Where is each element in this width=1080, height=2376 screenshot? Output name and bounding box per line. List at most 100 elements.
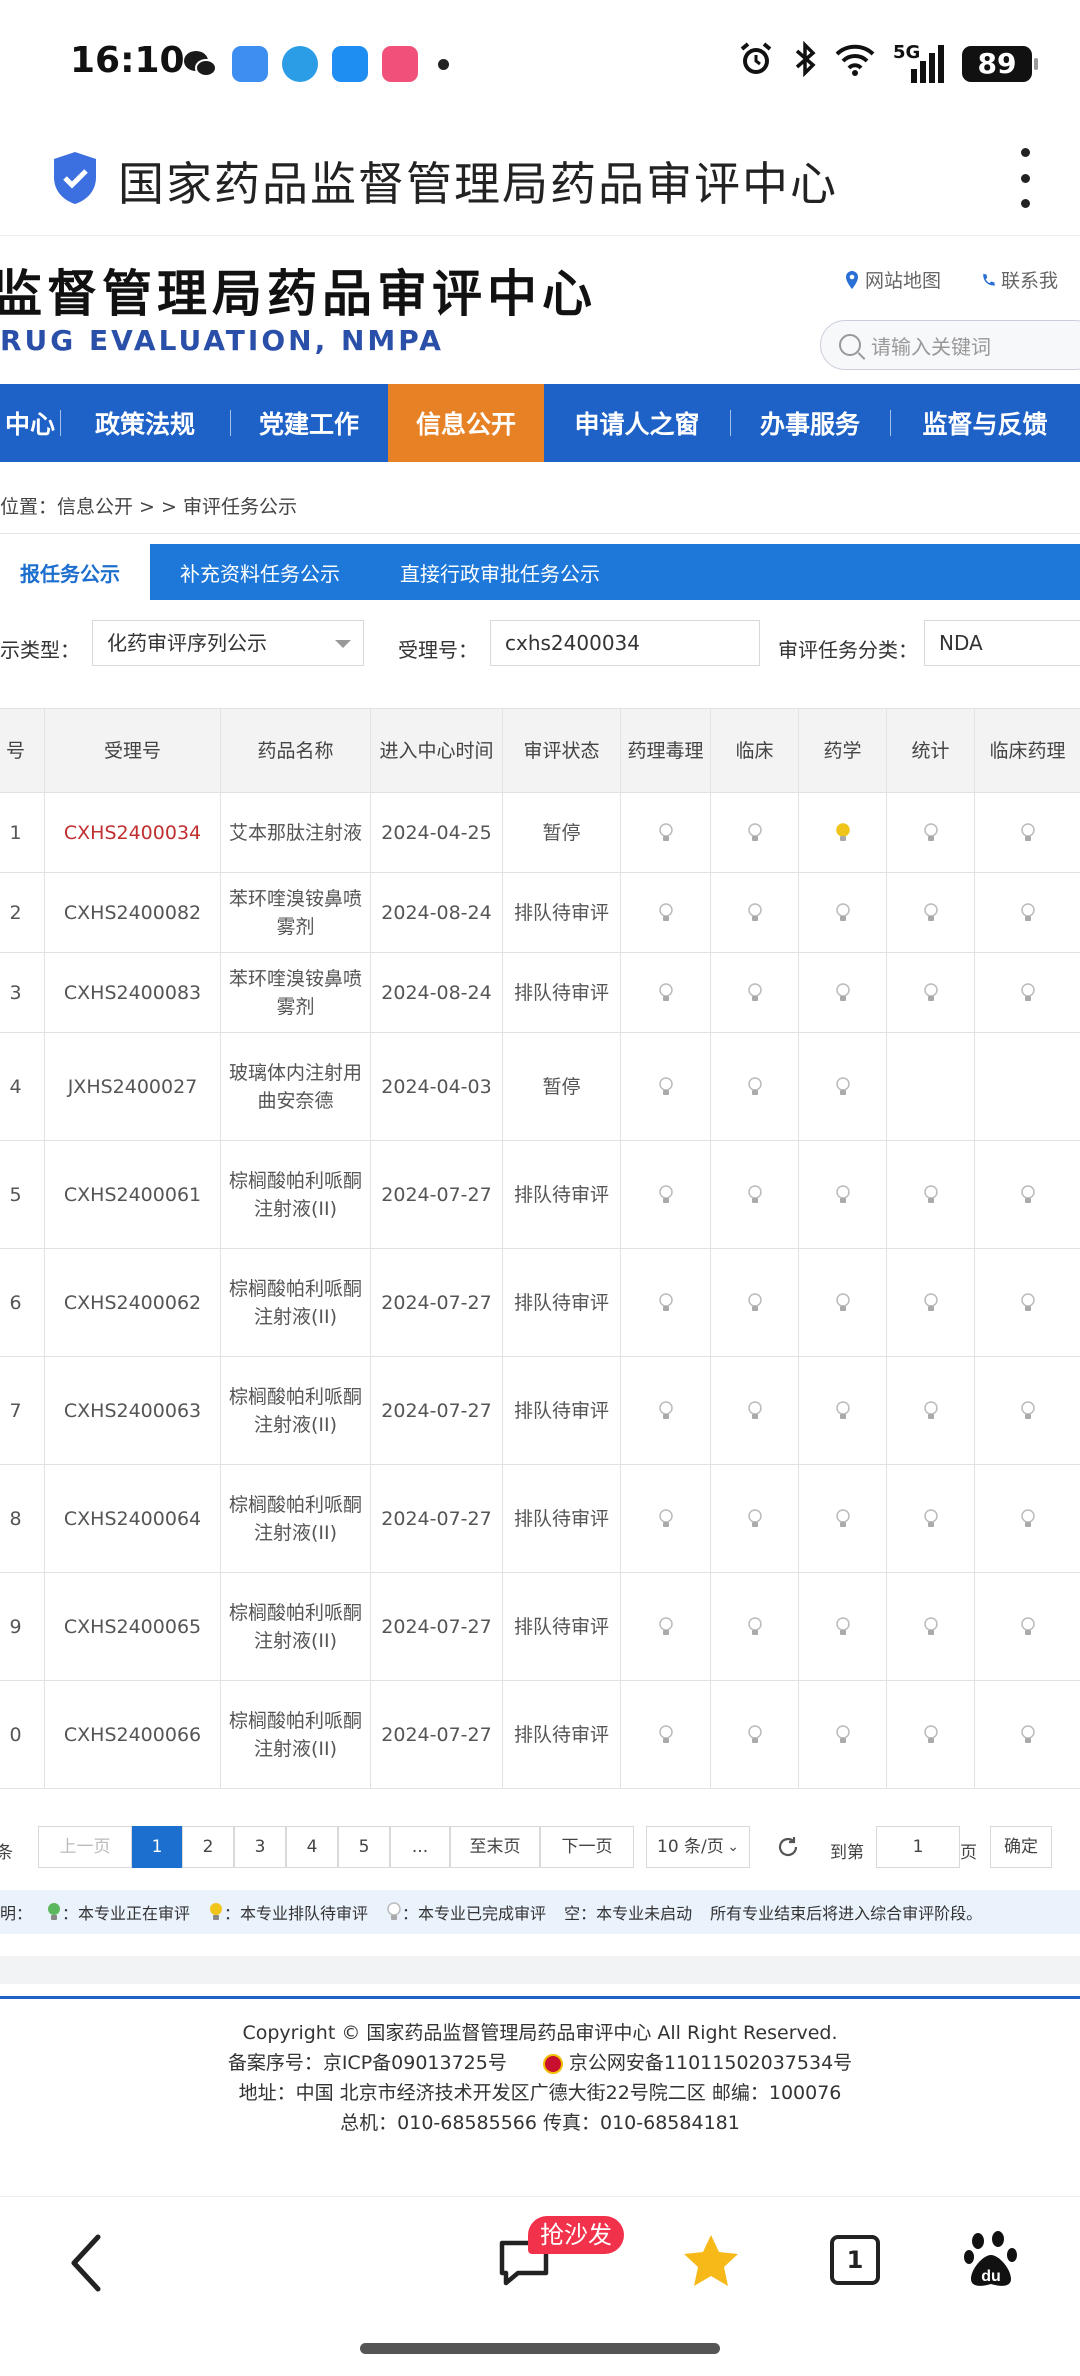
page-button-3[interactable]: 3 [234, 1826, 286, 1868]
confirm-button[interactable]: 确定 [990, 1826, 1052, 1868]
bulb-gray-icon [923, 823, 938, 841]
page-button-4[interactable]: 4 [286, 1826, 338, 1868]
page-button-2[interactable]: 2 [182, 1826, 234, 1868]
row-discipline-status [974, 872, 1080, 953]
wifi-icon [835, 42, 875, 85]
nav-item-services[interactable]: 办事服务 [730, 384, 890, 462]
row-accept-no[interactable]: CXHS2400083 [44, 952, 221, 1033]
row-accept-no[interactable]: CXHS2400034 [44, 792, 221, 873]
row-accept-no[interactable]: CXHS2400063 [44, 1356, 221, 1465]
table-row[interactable]: 9 CXHS2400065 棕榈酸帕利哌酮注射液(II) 2024-07-27 排队待审… [0, 1572, 1080, 1681]
table-row[interactable]: 6 CXHS2400062 棕榈酸帕利哌酮注射液(II) 2024-07-27 排队待审… [0, 1248, 1080, 1357]
row-discipline-status [974, 1680, 1080, 1789]
row-status: 排队待审评 [502, 1572, 621, 1681]
legend-prefix: 明： [0, 1904, 33, 1923]
table-row[interactable]: 3 CXHS2400083 苯环喹溴铵鼻喷雾剂 2024-08-24 排队待审评 [0, 952, 1080, 1033]
row-discipline-status [620, 1140, 711, 1249]
row-status: 排队待审评 [502, 1356, 621, 1465]
star-icon[interactable] [682, 2233, 740, 2289]
bulb-gray-icon [747, 1077, 762, 1095]
tab-direct-approval-task[interactable]: 直接行政审批任务公示 [370, 544, 630, 600]
sitemap-link[interactable]: 网站地图 [845, 266, 941, 293]
table-row[interactable]: 7 CXHS2400063 棕榈酸帕利哌酮注射液(II) 2024-07-27 排队待审… [0, 1356, 1080, 1465]
sofa-badge[interactable]: 抢沙发 [528, 2216, 624, 2254]
bulb-gray-icon [1020, 823, 1035, 841]
row-accept-no[interactable]: CXHS2400064 [44, 1464, 221, 1573]
nav-item-policy[interactable]: 政策法规 [60, 384, 230, 462]
site-search-input[interactable]: 请输入关键词 [820, 320, 1080, 370]
page-size-select[interactable]: 10 条/页 ⌄ [646, 1826, 750, 1868]
more-menu-icon[interactable] [1018, 148, 1032, 208]
legend-empty-text: 空：本专业未启动 [564, 1904, 693, 1923]
refresh-icon[interactable] [776, 1835, 800, 1859]
row-accept-no[interactable]: CXHS2400062 [44, 1248, 221, 1357]
row-discipline-status [974, 952, 1080, 1033]
goto-page-input[interactable]: 1 [876, 1826, 960, 1868]
tab-application-task[interactable]: 报任务公示 [0, 544, 150, 600]
bulb-gray-icon [1020, 1401, 1035, 1419]
bulb-gray-icon [658, 983, 673, 1001]
table-row[interactable]: 0 CXHS2400066 棕榈酸帕利哌酮注射液(II) 2024-07-27 排队待审… [0, 1680, 1080, 1789]
tabs-button[interactable]: 1 [830, 2235, 880, 2285]
table-row[interactable]: 2 CXHS2400082 苯环喹溴铵鼻喷雾剂 2024-08-24 排队待审评 [0, 872, 1080, 953]
bulb-gray-icon [747, 1185, 762, 1203]
prev-page-button[interactable]: 上一页 [38, 1826, 132, 1868]
sitemap-label: 网站地图 [865, 270, 942, 292]
row-discipline-status [886, 872, 975, 953]
bulb-gray-icon [747, 983, 762, 1001]
nav-item-applicant[interactable]: 申请人之窗 [544, 384, 730, 462]
row-discipline-status [620, 1356, 711, 1465]
col-header-clinical-pharmacology: 临床药理 [974, 708, 1080, 793]
last-page-button[interactable]: 至末页 [450, 1826, 540, 1868]
row-discipline-status [974, 1140, 1080, 1249]
bulb-gray-icon [1020, 1617, 1035, 1635]
site-logo-cn[interactable]: 监督管理局药品审评中心 [0, 254, 597, 326]
row-accept-no[interactable]: CXHS2400061 [44, 1140, 221, 1249]
bulb-gray-icon [835, 903, 850, 921]
row-accept-no[interactable]: JXHS2400027 [44, 1032, 221, 1141]
row-discipline-status [620, 1032, 711, 1141]
row-discipline-status [886, 1248, 975, 1357]
table-row[interactable]: 4 JXHS2400027 玻璃体内注射用曲安奈德 2024-04-03 暂停 [0, 1032, 1080, 1141]
chevron-down-icon [335, 640, 351, 648]
nav-item-party[interactable]: 党建工作 [230, 384, 388, 462]
location-pin-icon [846, 270, 858, 289]
footer-icp[interactable]: 备案序号：京ICP备09013725号 [228, 2052, 507, 2074]
type-select[interactable]: 化药审评序列公示 [92, 620, 364, 666]
pagination: 条 上一页 1 2 3 4 5 ... 至末页 下一页 10 条/页 ⌄ 到第 … [0, 1826, 1080, 1870]
row-seq: 3 [0, 952, 45, 1033]
row-discipline-status [798, 1356, 887, 1465]
bulb-gray-icon [658, 903, 673, 921]
row-accept-no[interactable]: CXHS2400065 [44, 1572, 221, 1681]
row-discipline-status [886, 1356, 975, 1465]
row-discipline-status [620, 792, 711, 873]
back-icon[interactable] [68, 2233, 104, 2293]
accept-no-input[interactable]: cxhs2400034 [490, 620, 760, 666]
row-accept-no[interactable]: CXHS2400082 [44, 872, 221, 953]
status-legend: 明： ：本专业正在审评 ：本专业排队待审评 ：本专业已完成审评 空：本专业未启动… [0, 1890, 1080, 1934]
page-ellipsis[interactable]: ... [390, 1826, 450, 1868]
page-button-5[interactable]: 5 [338, 1826, 390, 1868]
nav-item-feedback[interactable]: 监督与反馈 [890, 384, 1080, 462]
footer-police-record[interactable]: 京公网安备11011502037534号 [542, 2052, 852, 2074]
row-accept-no[interactable]: CXHS2400066 [44, 1680, 221, 1789]
next-page-button[interactable]: 下一页 [540, 1826, 634, 1868]
row-discipline-status [974, 1356, 1080, 1465]
contact-link[interactable]: 联系我 [981, 266, 1058, 293]
nav-item-info-public[interactable]: 信息公开 [388, 384, 544, 462]
page-button-1[interactable]: 1 [132, 1826, 182, 1868]
bulb-gray-icon [747, 903, 762, 921]
nav-item-center[interactable]: 中心 [0, 384, 60, 462]
home-indicator[interactable] [360, 2343, 720, 2354]
accept-no-value: cxhs2400034 [505, 631, 640, 655]
table-row[interactable]: 5 CXHS2400061 棕榈酸帕利哌酮注射液(II) 2024-07-27 排队待审… [0, 1140, 1080, 1249]
page-title: 国家药品监督管理局药品审评中心 [118, 157, 838, 211]
bulb-gray-icon [923, 1293, 938, 1311]
tab-supplement-task[interactable]: 补充资料任务公示 [150, 544, 370, 600]
table-row[interactable]: 8 CXHS2400064 棕榈酸帕利哌酮注射液(II) 2024-07-27 排队待审… [0, 1464, 1080, 1573]
status-time: 16:10 [70, 40, 185, 81]
baidu-icon[interactable]: du [964, 2229, 1018, 2289]
table-row[interactable]: 1 CXHS2400034 艾本那肽注射液 2024-04-25 暂停 [0, 792, 1080, 873]
category-select[interactable]: NDA [924, 620, 1080, 666]
row-status: 排队待审评 [502, 952, 621, 1033]
